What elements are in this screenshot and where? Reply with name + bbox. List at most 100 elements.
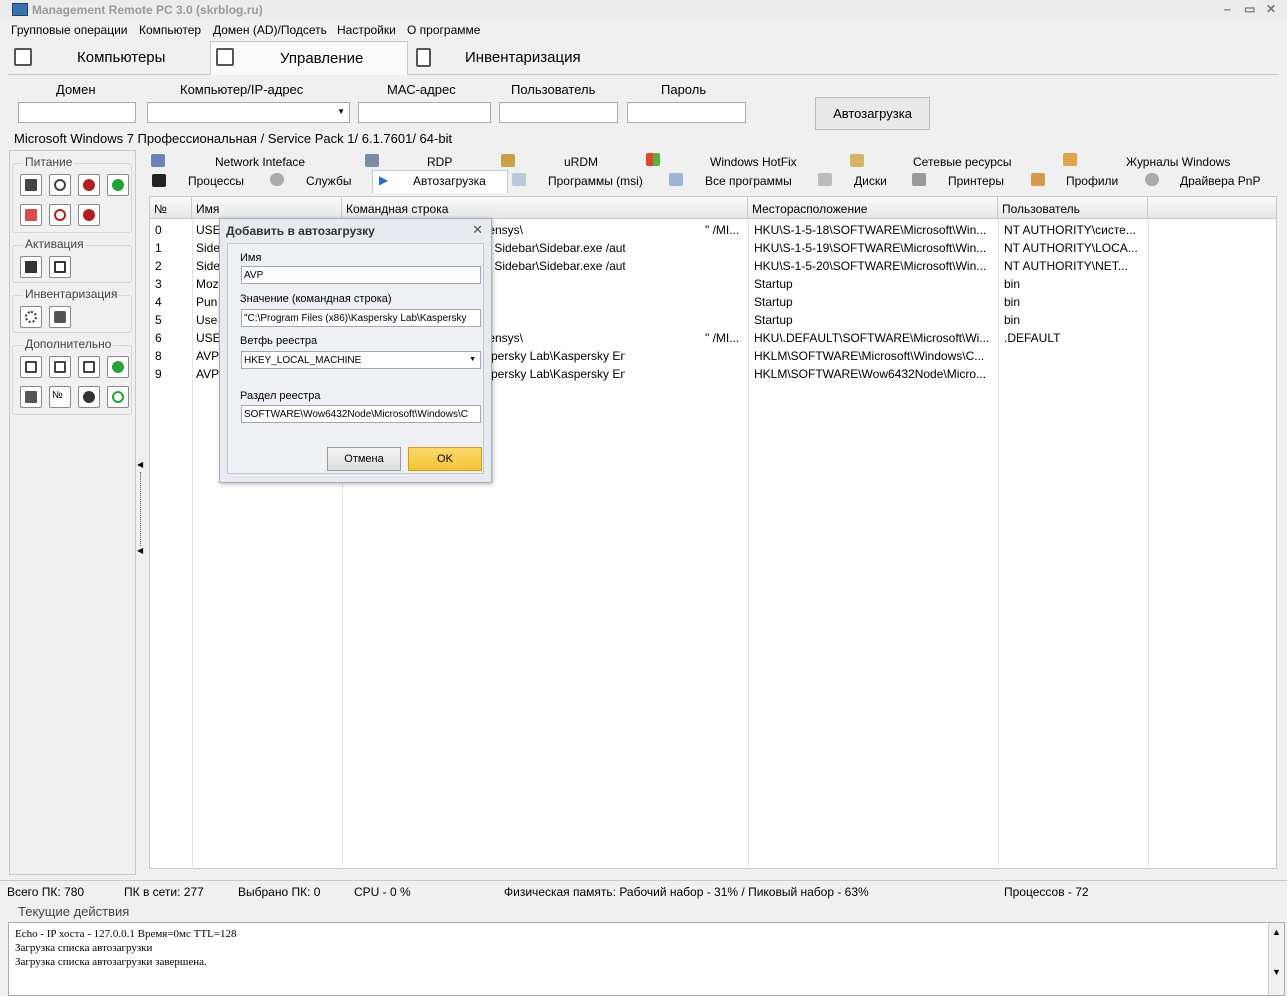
collapse-arrow-icon-bottom: ◀ — [137, 546, 144, 555]
tab-urdm[interactable]: uRDM — [564, 155, 598, 169]
inventory-scan-icon[interactable] — [49, 306, 71, 328]
tab-network-interface[interactable]: Network Inteface — [215, 155, 305, 169]
table-cell: s Sidebar\Sidebar.exe /autoRun — [485, 241, 625, 255]
tab-services[interactable]: Службы — [306, 174, 351, 188]
app-icon — [12, 3, 28, 16]
tab-network-resources[interactable]: Сетевые ресурсы — [913, 155, 1012, 169]
password-input[interactable] — [627, 102, 746, 123]
tab-disks[interactable]: Диски — [854, 174, 887, 188]
power-on-icon[interactable] — [107, 174, 129, 196]
autoload-button[interactable]: Автозагрузка — [815, 97, 930, 130]
office-icon[interactable] — [49, 256, 71, 278]
branch-label: Ветфь реестра — [240, 335, 318, 347]
table-cell: spersky Lab\Kaspersky Endpoint Security … — [485, 349, 625, 363]
table-cell: s Sidebar\Sidebar.exe /autoRun — [485, 259, 625, 273]
tab-windows-hotfix[interactable]: Windows HotFix — [710, 155, 797, 169]
remote-console-icon[interactable] — [20, 356, 42, 378]
force-logoff-icon[interactable] — [20, 204, 42, 226]
value-input[interactable]: "C:\Program Files (x86)\Kaspersky Lab\Ka… — [241, 309, 481, 327]
col-location[interactable]: Месторасположение — [748, 197, 998, 219]
menu-settings[interactable]: Настройки — [337, 23, 396, 37]
cancel-button[interactable]: Отмена — [327, 447, 401, 471]
restart-icon[interactable] — [49, 174, 71, 196]
msi-programs-icon — [512, 173, 526, 186]
section-input[interactable]: SOFTWARE\Wow6432Node\Microsoft\Windows\C — [241, 405, 481, 423]
password-label: Пароль — [661, 82, 707, 97]
force-restart-icon[interactable] — [49, 204, 71, 226]
drivers-gear-icon — [1145, 173, 1159, 186]
user-label: Пользователь — [511, 82, 596, 97]
table-cell: 8 — [155, 349, 162, 363]
logoff-icon[interactable] — [20, 174, 42, 196]
database-icon[interactable] — [107, 356, 129, 378]
menu-about[interactable]: О программе — [407, 23, 480, 37]
report-icon[interactable] — [78, 356, 100, 378]
tab-pnp-drivers[interactable]: Драйвера PnP — [1180, 174, 1260, 188]
scroll-down-icon[interactable]: ▼ — [1272, 965, 1281, 979]
group-activation: Активация — [12, 237, 132, 283]
network-icon[interactable] — [107, 386, 129, 408]
tab-all-programs[interactable]: Все программы — [705, 174, 792, 188]
col-user[interactable]: Пользователь — [998, 197, 1148, 219]
mac-input[interactable] — [358, 102, 491, 123]
group-power: Питание — [12, 155, 132, 233]
scroll-up-icon[interactable]: ▲ — [1272, 925, 1281, 939]
table-cell: NT AUTHORITY\систе... — [1004, 223, 1136, 237]
tab-computers[interactable]: Компьютеры — [8, 41, 208, 75]
name-input[interactable]: AVP — [241, 266, 481, 284]
table-cell: 5 — [155, 313, 162, 327]
tab-processes[interactable]: Процессы — [188, 174, 244, 188]
windows-icon[interactable] — [20, 256, 42, 278]
force-shutdown-icon[interactable] — [78, 204, 100, 226]
inventory-settings-icon[interactable] — [20, 306, 42, 328]
log-scrollbar[interactable]: ▲ ▼ — [1268, 923, 1284, 995]
profiles-icon — [1031, 173, 1045, 186]
users-icon[interactable] — [78, 386, 100, 408]
menu-group-operations[interactable]: Групповые операции — [11, 23, 128, 37]
menu-domain[interactable]: Домен (AD)/Подсеть — [213, 23, 327, 37]
maximize-button[interactable]: ▭ — [1244, 2, 1255, 16]
branch-select[interactable]: HKEY_LOCAL_MACHINE ▼ — [241, 351, 481, 369]
table-cell: HKU\S-1-5-19\SOFTWARE\Microsoft\Win... — [754, 241, 987, 255]
tab-autoload[interactable]: ▶ Автозагрузка — [372, 170, 508, 193]
host-combobox[interactable]: ▼ — [147, 102, 350, 123]
windows-flag-icon — [646, 153, 660, 166]
dialog-body: Имя AVP Значение (командная строка) "C:\… — [227, 243, 484, 474]
user-input[interactable] — [499, 102, 618, 123]
col-name[interactable]: Имя — [192, 197, 342, 219]
table-cell: 2 — [155, 259, 162, 273]
col-number[interactable]: № — [150, 197, 192, 219]
tab-windows-logs[interactable]: Журналы Windows — [1126, 155, 1230, 169]
actions-log[interactable]: Echo - IP хоста - 127.0.0.1 Время=0мс TT… — [8, 922, 1285, 996]
close-button[interactable]: ✕ — [1266, 2, 1276, 16]
event-log-icon — [1063, 153, 1077, 166]
tab-rdp[interactable]: RDP — [427, 155, 452, 169]
tab-autoload-label: Автозагрузка — [413, 174, 486, 188]
group-extra: Дополнительно № — [12, 337, 132, 415]
document-icon[interactable] — [49, 356, 71, 378]
tab-inventory[interactable]: Инвентаризация — [412, 41, 612, 75]
tab-management[interactable]: Управление — [210, 41, 408, 75]
rdp-icon — [365, 154, 379, 167]
ok-button[interactable]: OK — [408, 447, 482, 471]
panel-splitter[interactable]: ◀ ◀ — [137, 460, 145, 560]
minimize-button[interactable]: – — [1224, 2, 1231, 16]
table-cell: tensys\ — [485, 331, 524, 345]
menu-computer[interactable]: Компьютер — [139, 23, 201, 37]
tab-printers[interactable]: Принтеры — [948, 174, 1004, 188]
number-icon[interactable]: № — [49, 386, 71, 408]
log-line: Загрузка списка автозагрузки — [15, 942, 153, 954]
domain-label: Домен — [56, 82, 96, 97]
deploy-icon[interactable] — [20, 386, 42, 408]
table-cell: spersky Lab\Kaspersky Endpoint Security … — [485, 367, 625, 381]
dialog-close-icon[interactable]: ✕ — [472, 222, 483, 238]
domain-input[interactable] — [18, 102, 136, 123]
tab-msi-programs[interactable]: Программы (msi) — [548, 174, 643, 188]
tab-profiles[interactable]: Профили — [1066, 174, 1118, 188]
shutdown-icon[interactable] — [78, 174, 100, 196]
os-info: Microsoft Windows 7 Профессиональная / S… — [14, 131, 453, 146]
mac-label: МАС-адрес — [387, 82, 456, 97]
tab-computers-label: Компьютеры — [77, 49, 166, 66]
col-command[interactable]: Командная строка — [342, 197, 748, 219]
chevron-down-icon: ▼ — [469, 356, 476, 363]
